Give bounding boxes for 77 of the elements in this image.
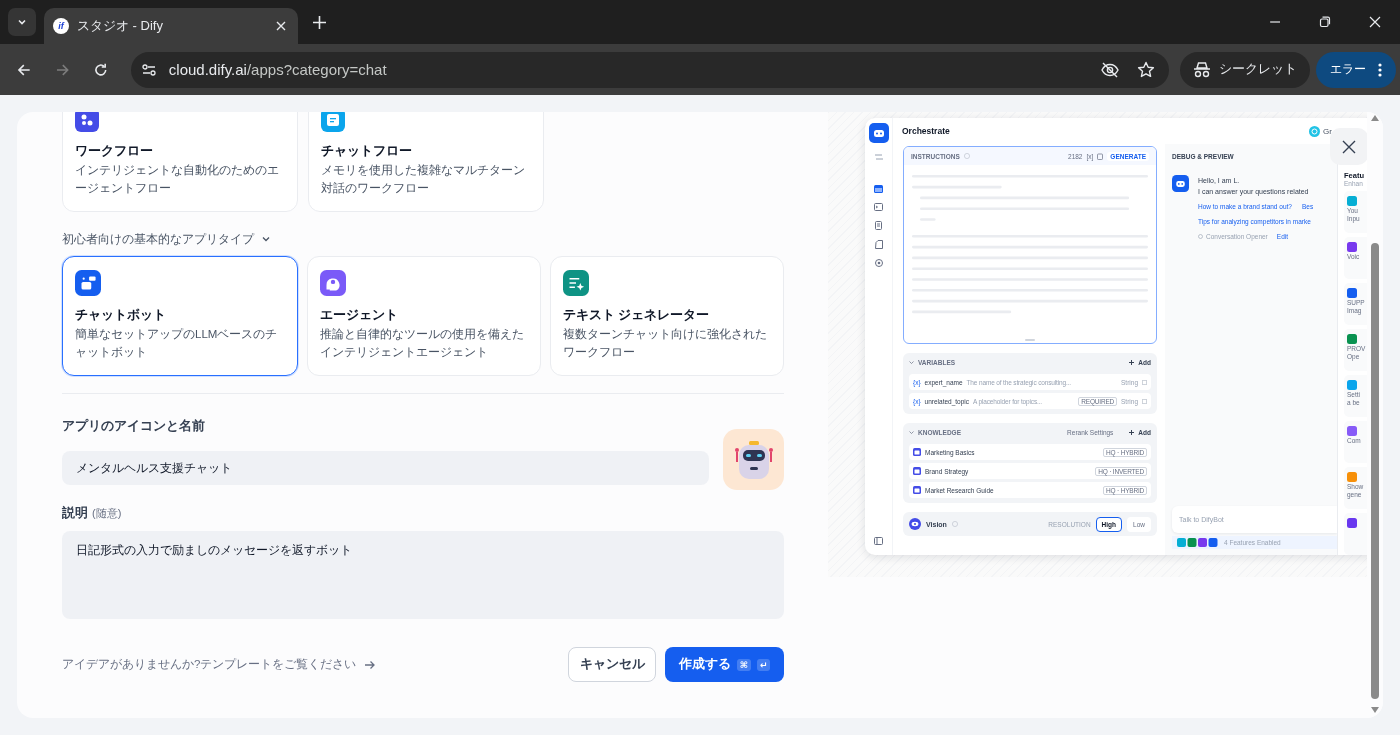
preview-title: Orchestrate bbox=[902, 126, 950, 136]
text-sparkle-icon bbox=[563, 270, 589, 296]
card-description: インテリジェントな自動化のためのエージェントフロー bbox=[75, 163, 280, 196]
description-field[interactable]: 日記形式の入力で励ましのメッセージを返すボット bbox=[62, 531, 784, 619]
optional-hint: (随意) bbox=[92, 506, 122, 521]
close-icon bbox=[1342, 139, 1356, 154]
shortcut-key: ↵ bbox=[756, 658, 771, 671]
site-favicon: if bbox=[53, 18, 69, 34]
browser-tab[interactable]: if スタジオ - Dify bbox=[44, 8, 298, 44]
restore-icon[interactable] bbox=[1319, 16, 1331, 28]
folder-icon bbox=[913, 448, 921, 456]
folder-icon bbox=[913, 467, 921, 475]
app-type-card[interactable]: チャットフロー メモリを使用した複雑なマルチターン対話のワークフロー bbox=[308, 112, 544, 212]
feature-icons-drawing bbox=[1177, 538, 1219, 547]
scroll-up-icon[interactable] bbox=[1371, 115, 1379, 121]
more-icon bbox=[1378, 62, 1382, 77]
preview-model-label: Gr bbox=[1323, 126, 1332, 136]
url-text: cloud.dify.ai/apps?category=chat bbox=[168, 61, 387, 78]
plus-icon[interactable] bbox=[1129, 429, 1135, 435]
robot-icon bbox=[75, 270, 101, 296]
field-label: アプリのアイコンと名前 bbox=[62, 418, 206, 435]
info-icon bbox=[951, 521, 958, 527]
shortcut-key: ⌘ bbox=[736, 658, 751, 671]
robot-icon bbox=[1172, 175, 1189, 192]
eye-icon bbox=[909, 518, 921, 530]
address-bar[interactable]: cloud.dify.ai/apps?category=chat bbox=[130, 51, 1169, 88]
reload-icon[interactable] bbox=[93, 61, 109, 78]
card-description: 推論と自律的なツールの使用を備えたインテリジェントエージェント bbox=[320, 327, 525, 360]
clipboard-icon[interactable] bbox=[1097, 152, 1104, 160]
app-type-card[interactable]: チャットボット 簡単なセットアップのLLMベースのチャットボット bbox=[62, 256, 298, 376]
card-description: 簡単なセットアップのLLMベースのチャットボット bbox=[75, 327, 279, 360]
incognito-icon bbox=[1193, 61, 1211, 78]
globe-icon bbox=[1309, 125, 1321, 137]
eye-slash-icon[interactable] bbox=[1100, 61, 1120, 78]
note-icon[interactable] bbox=[874, 240, 883, 249]
card-title: ワークフロー bbox=[75, 143, 154, 160]
template-link[interactable]: アイデアがありませんか?テンプレートをご覧ください bbox=[62, 657, 377, 672]
robot-icon bbox=[868, 123, 889, 143]
close-window-icon[interactable] bbox=[1369, 16, 1381, 28]
scroll-down-icon[interactable] bbox=[1371, 707, 1379, 713]
app-type-card[interactable]: ワークフロー インテリジェントな自動化のためのエージェントフロー bbox=[62, 112, 298, 212]
card-description: メモリを使用した複雑なマルチターン対話のワークフロー bbox=[321, 163, 526, 196]
app-type-card[interactable]: エージェント 推論と自律的なツールの使用を備えたインテリジェントエージェント bbox=[307, 256, 541, 376]
card-title: チャットボット bbox=[75, 307, 167, 324]
document-icon bbox=[321, 112, 345, 132]
close-button[interactable] bbox=[1330, 128, 1367, 165]
plus-icon[interactable] bbox=[1129, 359, 1135, 365]
app-name-field[interactable]: メンタルヘルス支援チャット bbox=[62, 451, 709, 485]
window-icon[interactable] bbox=[874, 185, 883, 193]
terminal-icon[interactable] bbox=[874, 203, 883, 211]
arrow-icon bbox=[364, 658, 377, 671]
new-tab-icon[interactable] bbox=[313, 16, 326, 29]
document-icon[interactable] bbox=[874, 221, 883, 230]
section-toggle[interactable]: 初心者向けの基本的なアプリタイプ bbox=[62, 231, 271, 247]
close-tab-icon[interactable] bbox=[276, 21, 286, 31]
app-icon-button[interactable] bbox=[723, 429, 784, 490]
card-title: エージェント bbox=[320, 307, 399, 324]
chevron-icon[interactable] bbox=[909, 359, 914, 365]
create-button[interactable]: 作成する ⌘ ↵ bbox=[665, 647, 784, 682]
field-label: 説明 bbox=[62, 505, 88, 522]
card-title: テキスト ジェネレーター bbox=[563, 307, 711, 324]
nodes-icon bbox=[75, 112, 99, 132]
site-settings-icon[interactable] bbox=[140, 61, 157, 78]
head-icon bbox=[320, 270, 346, 296]
sidebar-icon[interactable] bbox=[874, 537, 883, 545]
tab-title: スタジオ - Dify bbox=[77, 17, 164, 35]
info-icon bbox=[963, 153, 970, 159]
chevron-icon[interactable] bbox=[909, 429, 914, 435]
app-type-card[interactable]: テキスト ジェネレーター 複数ターンチャット向けに強化されたワークフロー bbox=[550, 256, 784, 376]
star-icon[interactable] bbox=[1137, 60, 1155, 79]
chevron-icon bbox=[261, 234, 271, 244]
cancel-button[interactable]: キャンセル bbox=[568, 647, 656, 682]
card-description: 複数ターンチャット向けに強化されたワークフロー bbox=[563, 327, 768, 360]
card-title: チャットフロー bbox=[321, 143, 413, 160]
profile-error-button[interactable]: エラー bbox=[1316, 51, 1396, 88]
incognito-button[interactable]: シークレット bbox=[1180, 51, 1310, 88]
folder-icon bbox=[913, 486, 921, 494]
